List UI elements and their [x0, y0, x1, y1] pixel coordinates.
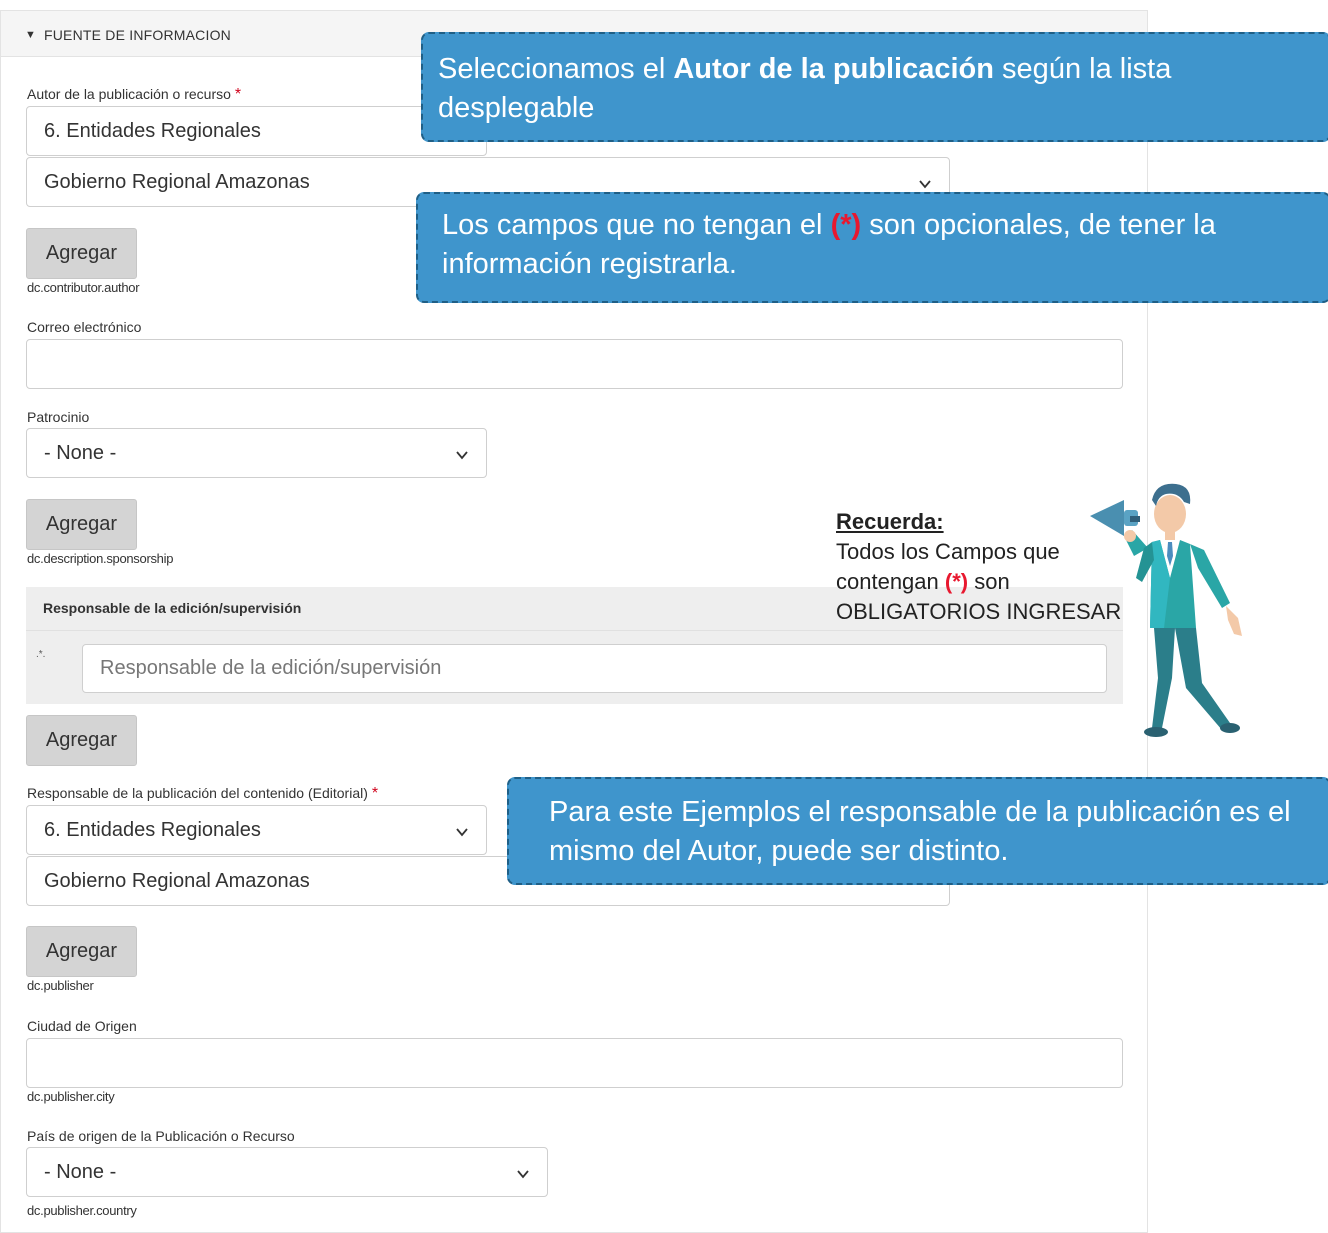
chevron-down-icon — [456, 828, 468, 837]
sponsorship-add-button[interactable]: Agregar — [26, 499, 137, 550]
chevron-down-icon — [517, 1170, 529, 1179]
section-title: FUENTE DE INFORMACION — [44, 27, 231, 43]
callout-author: Seleccionamos el Autor de la publicación… — [421, 32, 1328, 142]
collapse-triangle-icon[interactable]: ▼ — [25, 29, 36, 41]
city-label: Ciudad de Origen — [27, 1018, 137, 1034]
author-field-id: dc.contributor.author — [27, 280, 140, 295]
chevron-down-icon — [919, 180, 931, 189]
sponsorship-value: - None - — [44, 442, 117, 464]
editor-row-marker: .*. — [36, 649, 46, 660]
email-label: Correo electrónico — [27, 319, 142, 335]
country-select[interactable]: - None - — [26, 1147, 548, 1197]
author-add-button[interactable]: Agregar — [26, 228, 137, 279]
editor-group-title: Responsable de la edición/supervisión — [43, 600, 302, 616]
publisher-add-button[interactable]: Agregar — [26, 926, 137, 977]
author-category-value: 6. Entidades Regionales — [44, 120, 261, 142]
reminder-line-2a: contengan — [836, 569, 945, 594]
reminder-line-2: contengan (*) son — [836, 567, 1121, 597]
divider — [26, 630, 1123, 631]
author-label: Autor de la publicación o recurso * — [27, 86, 241, 104]
city-field-id: dc.publisher.city — [27, 1089, 115, 1104]
editor-add-button[interactable]: Agregar — [26, 715, 137, 766]
required-asterisk: * — [234, 86, 242, 103]
man-with-megaphone-icon — [1090, 483, 1242, 737]
author-category-select[interactable]: 6. Entidades Regionales — [26, 106, 487, 156]
publisher-label: Responsable de la publicación del conten… — [27, 785, 378, 803]
callout-optional: Los campos que no tengan el (*) son opci… — [416, 192, 1328, 303]
reminder-line-2b: son — [968, 569, 1010, 594]
country-value: - None - — [44, 1161, 117, 1183]
author-entity-value: Gobierno Regional Amazonas — [44, 171, 310, 193]
callout-publisher: Para este Ejemplos el responsable de la … — [507, 777, 1328, 885]
city-input[interactable] — [26, 1038, 1123, 1088]
publisher-entity-value: Gobierno Regional Amazonas — [44, 870, 310, 892]
reminder-note: Recuerda: Todos los Campos que contengan… — [836, 507, 1121, 627]
reminder-line-1: Todos los Campos que — [836, 539, 1060, 564]
callout-author-bold: Autor de la publicación — [673, 53, 994, 85]
email-input[interactable] — [26, 339, 1123, 389]
reminder-asterisk: (*) — [944, 569, 969, 594]
callout-author-text-1: Seleccionamos el — [438, 53, 674, 85]
country-field-id: dc.publisher.country — [27, 1203, 137, 1218]
author-label-text: Autor de la publicación o recurso — [27, 86, 231, 102]
sponsorship-label: Patrocinio — [27, 409, 90, 425]
required-asterisk: * — [371, 785, 379, 802]
callout-publisher-text: Para este Ejemplos el responsable de la … — [549, 796, 1291, 867]
publisher-field-id: dc.publisher — [27, 978, 94, 993]
publisher-category-value: 6. Entidades Regionales — [44, 819, 261, 841]
publisher-label-text: Responsable de la publicación del conten… — [27, 785, 368, 801]
reminder-line-3: OBLIGATORIOS INGRESAR — [836, 599, 1122, 624]
chevron-down-icon — [456, 451, 468, 460]
sponsorship-select[interactable]: - None - — [26, 428, 487, 478]
editor-input[interactable]: Responsable de la edición/supervisión — [82, 644, 1107, 693]
sponsorship-field-id: dc.description.sponsorship — [27, 551, 174, 566]
reminder-heading: Recuerda: — [836, 509, 944, 534]
publisher-category-select[interactable]: 6. Entidades Regionales — [26, 805, 487, 855]
country-label: País de origen de la Publicación o Recur… — [27, 1128, 295, 1144]
callout-optional-text-1: Los campos que no tengan el — [442, 209, 831, 241]
callout-optional-asterisk: (*) — [830, 209, 862, 241]
